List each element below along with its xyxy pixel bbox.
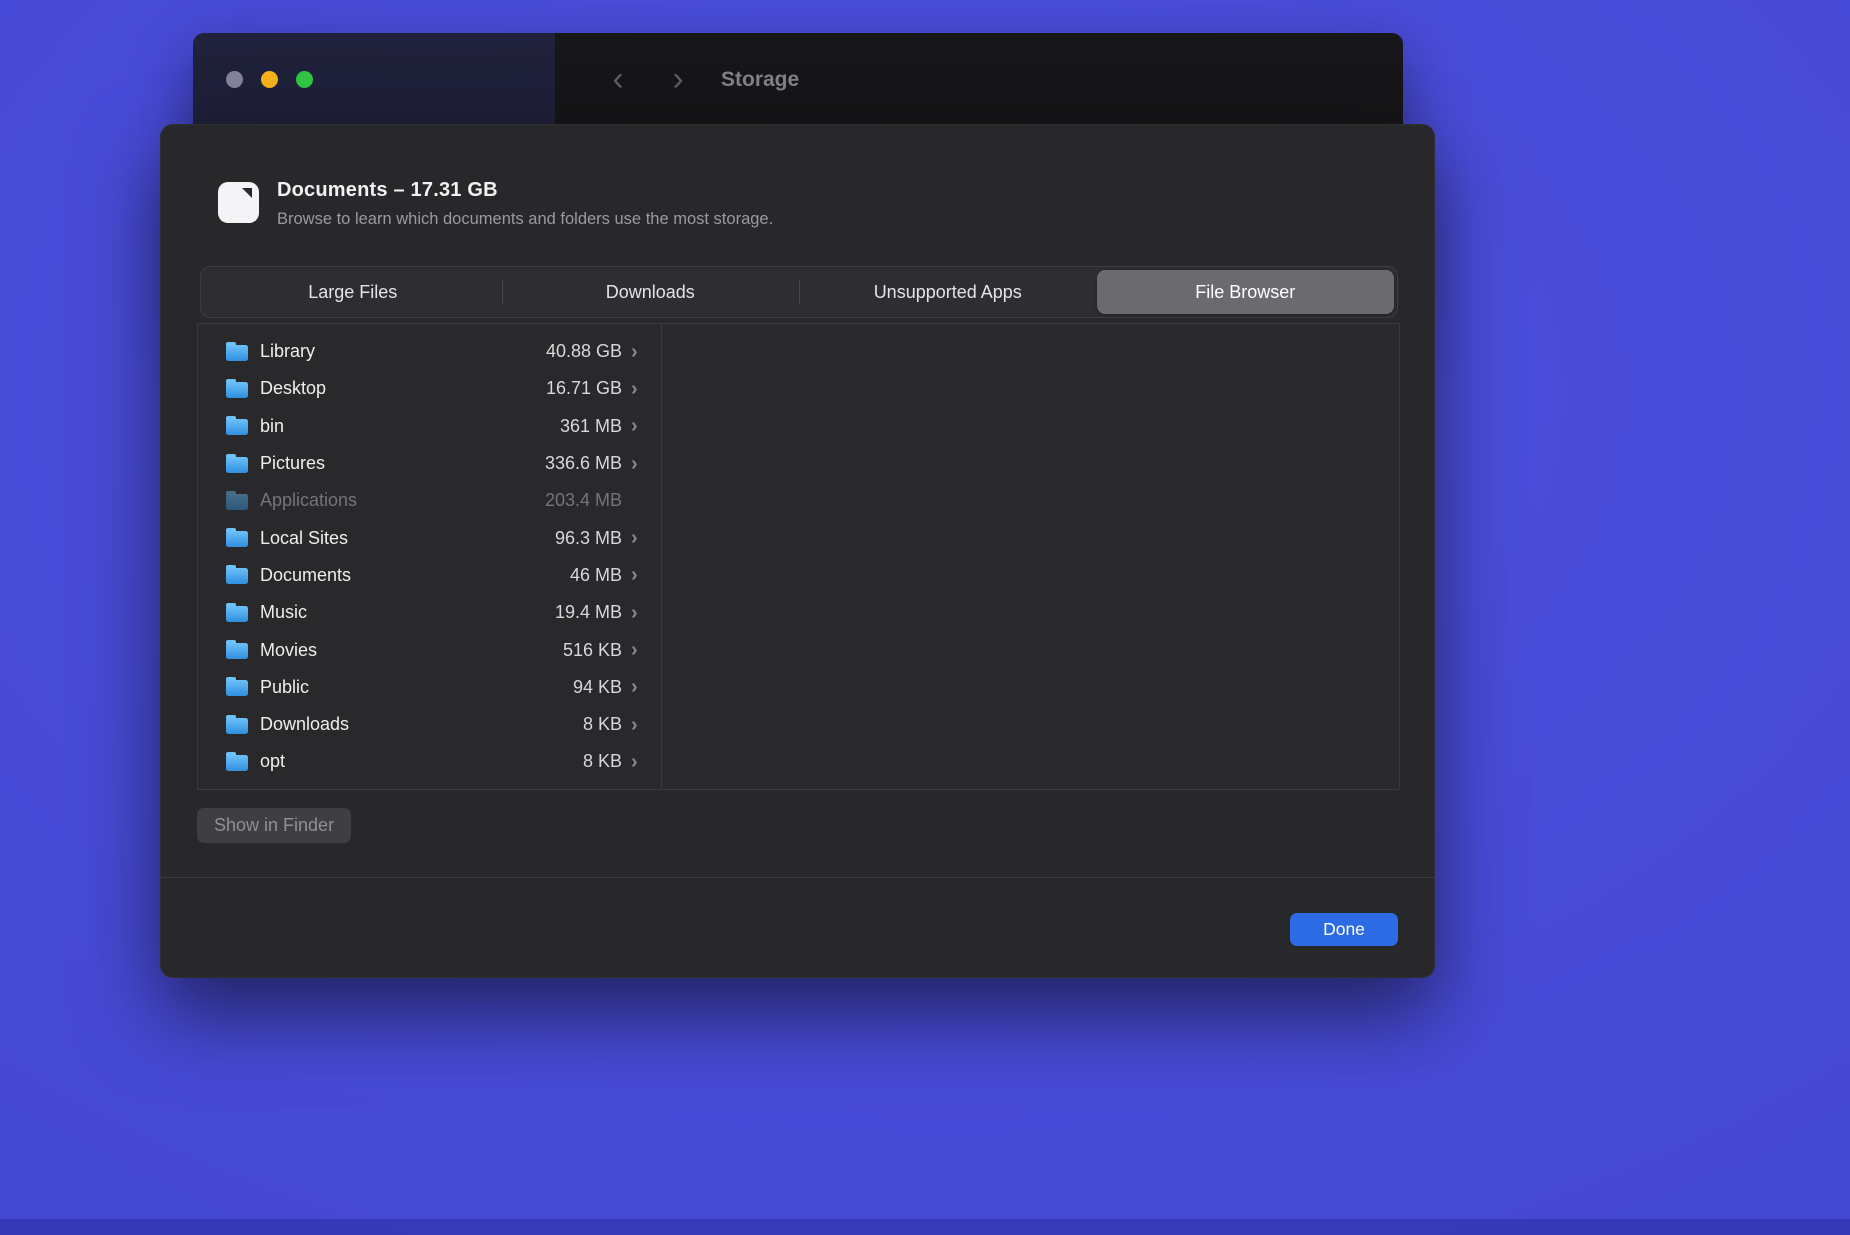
chevron-right-icon: › [631, 639, 638, 662]
chevron-right-icon: › [631, 452, 638, 475]
column-divider [661, 324, 662, 789]
file-row-applications: Applications 203.4 MB [198, 482, 661, 519]
file-name: Desktop [260, 378, 327, 399]
file-size: 8 KB [582, 751, 622, 772]
file-name: Downloads [260, 714, 350, 735]
minimize-window-button[interactable] [261, 71, 278, 88]
file-size: 40.88 GB [545, 341, 622, 362]
zoom-window-button[interactable] [296, 71, 313, 88]
window-title: Storage [721, 68, 800, 91]
chevron-right-icon: › [631, 340, 638, 363]
folder-icon [226, 602, 248, 622]
file-size: 361 MB [559, 415, 622, 436]
file-row-documents[interactable]: Documents 46 MB › [198, 557, 661, 594]
file-size: 94 KB [572, 676, 622, 697]
file-row-public[interactable]: Public 94 KB › [198, 669, 661, 706]
chevron-right-icon: › [631, 601, 638, 624]
chevron-right-icon: › [631, 527, 638, 550]
sheet-header: Documents – 17.31 GB Browse to learn whi… [218, 179, 773, 229]
done-button[interactable]: Done [1290, 913, 1398, 946]
folder-icon [226, 565, 248, 585]
file-row-library[interactable]: Library 40.88 GB › [198, 333, 661, 370]
file-size: 203.4 MB [544, 490, 622, 511]
folder-icon [226, 714, 248, 734]
folder-icon [226, 378, 248, 398]
file-size: 516 KB [562, 639, 622, 660]
chevron-right-icon: › [631, 676, 638, 699]
file-row-downloads[interactable]: Downloads 8 KB › [198, 706, 661, 743]
chevron-right-icon: › [631, 377, 638, 400]
view-segmented-control: Large Files Downloads Unsupported Apps File… [200, 266, 1398, 318]
storage-documents-sheet: Documents – 17.31 GB Browse to learn whi… [160, 124, 1435, 978]
tab-downloads[interactable]: Downloads [501, 270, 800, 314]
chevron-right-icon: › [631, 750, 638, 773]
chevron-right-icon: › [631, 415, 638, 438]
tab-file-browser[interactable]: File Browser [1096, 270, 1394, 314]
file-size: 8 KB [582, 714, 622, 735]
file-row-opt[interactable]: opt 8 KB › [198, 743, 661, 780]
folder-icon [226, 528, 248, 548]
file-row-bin[interactable]: bin 361 MB › [198, 408, 661, 445]
chevron-right-icon: › [631, 713, 638, 736]
file-name: Movies [260, 639, 318, 660]
documents-category-icon [218, 182, 259, 223]
file-name: bin [260, 415, 285, 436]
file-row-local-sites[interactable]: Local Sites 96.3 MB › [198, 519, 661, 556]
tab-unsupported-apps[interactable]: Unsupported Apps [799, 270, 1097, 314]
folder-icon [226, 341, 248, 361]
tab-large-files[interactable]: Large Files [204, 270, 502, 314]
file-name: Music [260, 602, 308, 623]
file-name: Local Sites [260, 527, 349, 548]
file-row-desktop[interactable]: Desktop 16.71 GB › [198, 370, 661, 407]
footer-divider [160, 877, 1435, 878]
folder-icon [226, 416, 248, 436]
file-size: 336.6 MB [544, 453, 622, 474]
file-row-movies[interactable]: Movies 516 KB › [198, 631, 661, 668]
file-row-music[interactable]: Music 19.4 MB › [198, 594, 661, 631]
folder-icon [226, 490, 248, 510]
file-name: Public [260, 676, 310, 697]
sheet-title: Documents – 17.31 GB [277, 179, 498, 201]
file-size: 16.71 GB [545, 378, 622, 399]
folder-icon [226, 640, 248, 660]
file-size: 19.4 MB [554, 602, 622, 623]
folder-icon [226, 751, 248, 771]
file-list: Library 40.88 GB › Desktop 16.71 GB › bi… [198, 324, 661, 781]
file-size: 46 MB [569, 564, 622, 585]
forward-icon[interactable]: › [663, 62, 693, 96]
file-name: Library [260, 341, 316, 362]
file-name: Pictures [260, 453, 326, 474]
file-name: opt [260, 751, 286, 772]
chevron-right-icon: › [631, 564, 638, 587]
desktop-bottom-shade [0, 1219, 1850, 1235]
file-name: Documents [260, 564, 352, 585]
folder-icon [226, 677, 248, 697]
file-size: 96.3 MB [554, 527, 622, 548]
file-row-pictures[interactable]: Pictures 336.6 MB › [198, 445, 661, 482]
file-name: Applications [260, 490, 358, 511]
file-browser-panel: Library 40.88 GB › Desktop 16.71 GB › bi… [197, 323, 1400, 790]
show-in-finder-button[interactable]: Show in Finder [197, 808, 352, 843]
close-window-button[interactable] [226, 71, 243, 88]
sheet-subtitle: Browse to learn which documents and fold… [277, 210, 774, 228]
folder-icon [226, 453, 248, 473]
back-icon[interactable]: ‹ [603, 62, 633, 96]
